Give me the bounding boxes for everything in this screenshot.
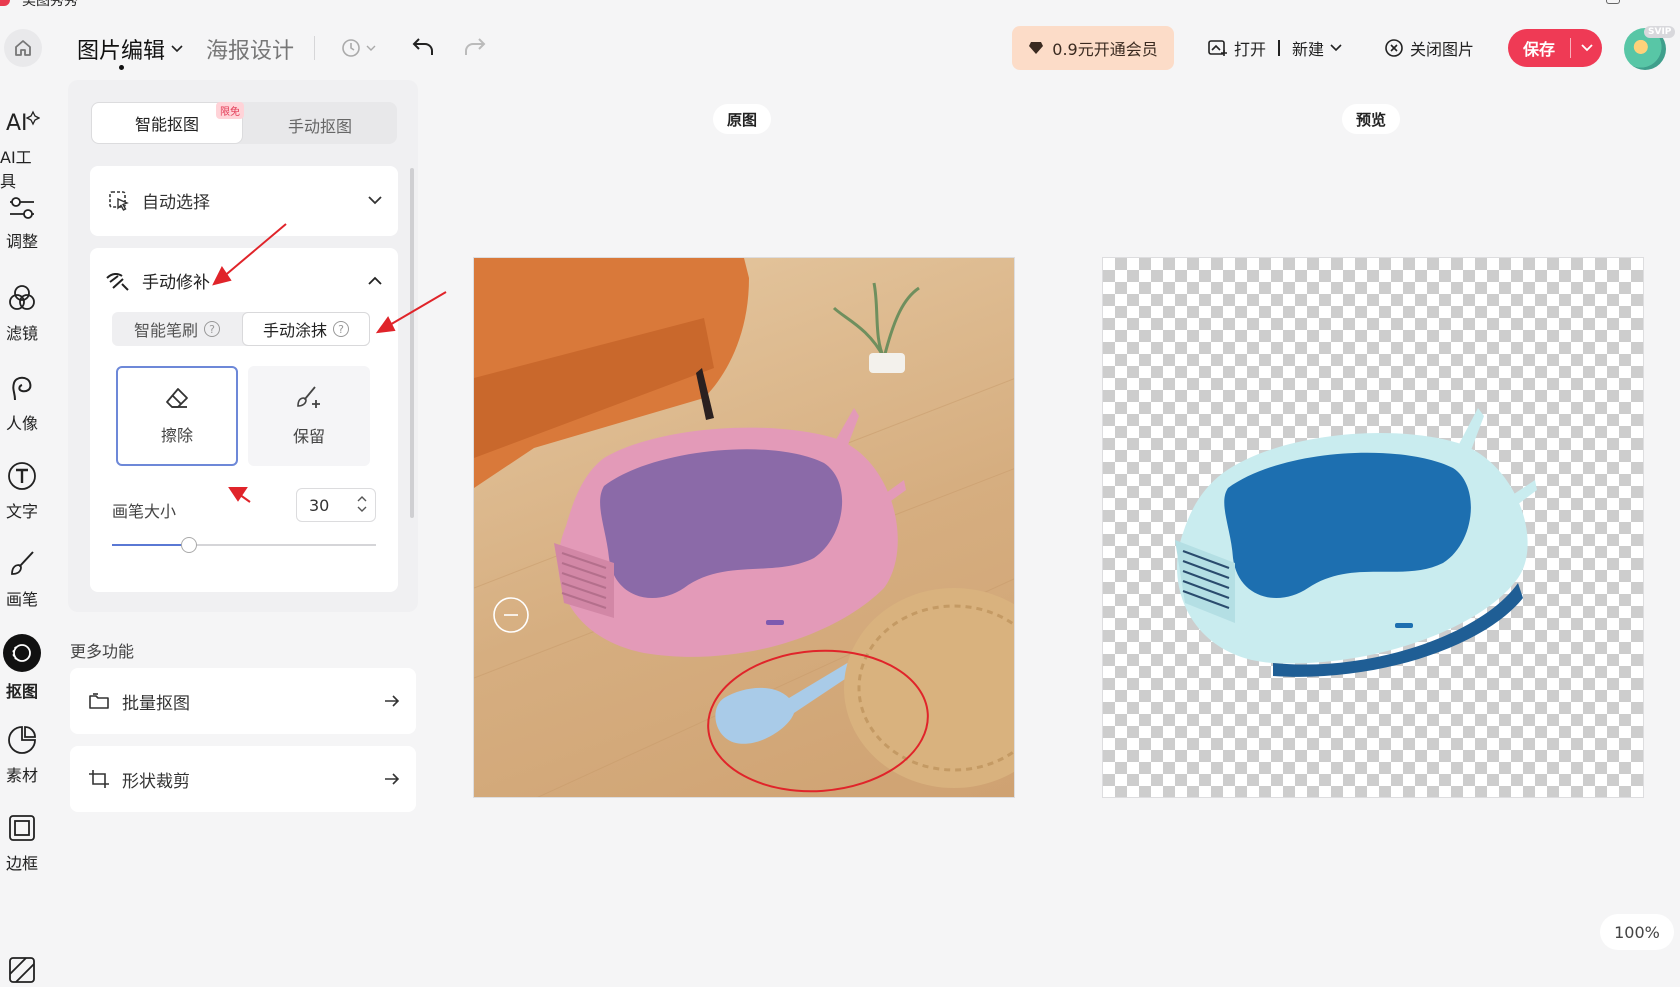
preview-image-illustration [1175, 408, 1537, 677]
original-image-illustration [474, 258, 1014, 797]
preview-label: 预览 [1342, 104, 1401, 134]
annotation-arrow [212, 223, 287, 286]
original-label: 原图 [713, 104, 772, 134]
annotation-arrow [228, 487, 251, 503]
annotation-arrow [375, 291, 447, 334]
preview-image[interactable] [1102, 257, 1644, 798]
zoom-level[interactable]: 100% [1600, 914, 1674, 950]
original-image[interactable] [473, 257, 1015, 798]
